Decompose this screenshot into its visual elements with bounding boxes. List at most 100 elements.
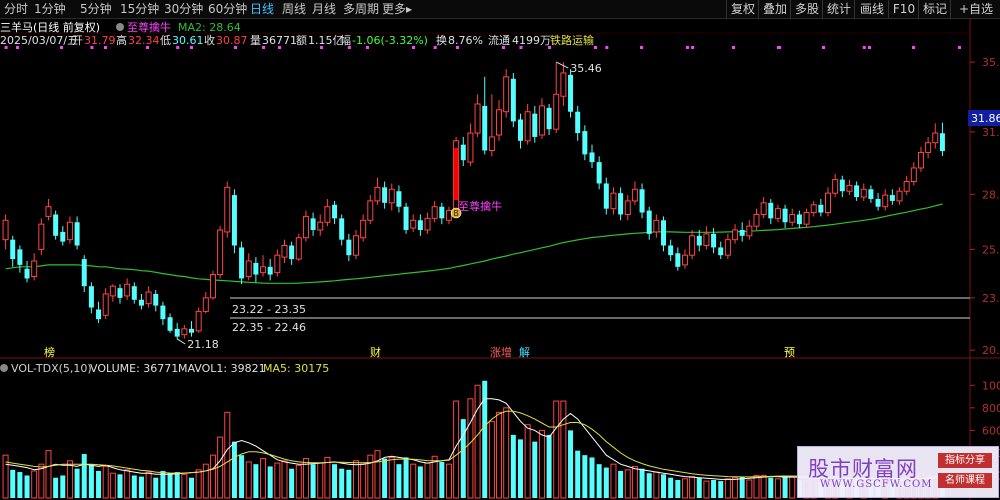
volume-bar <box>467 398 474 499</box>
volume-bar <box>631 465 638 499</box>
event-tag: 涨增 <box>490 345 512 359</box>
volume-bar <box>396 464 402 498</box>
volume-bar <box>189 477 195 498</box>
change-value: -1.06(-3.32%) <box>352 34 428 47</box>
volume-bar <box>560 400 567 499</box>
volume-bar <box>239 455 245 498</box>
candle-body <box>467 132 474 163</box>
candle-body <box>195 310 202 332</box>
candle-body <box>854 185 860 198</box>
volume-bar <box>661 474 667 498</box>
candle-body <box>124 283 131 297</box>
volume-bar <box>289 468 295 498</box>
volume-bar <box>24 475 30 498</box>
volume-bar <box>138 476 144 498</box>
price-axis-label: 35. <box>982 56 1000 69</box>
candle-body <box>560 72 567 97</box>
volume-bar <box>589 457 595 498</box>
volume-axis-label: 800 <box>982 402 1000 415</box>
candle-body <box>96 309 102 320</box>
header-date: 2025/03/07/五 <box>0 34 78 47</box>
volume-bar <box>231 441 237 498</box>
event-tag: 预 <box>784 346 795 359</box>
open-label: 开 <box>72 34 83 47</box>
volume-bar <box>474 384 481 499</box>
candle-body <box>403 206 409 230</box>
price-axis-label: 28. <box>982 188 1000 201</box>
volume-bar <box>610 463 617 499</box>
header-stock-name: 三羊马(日线 前复权) <box>0 20 100 34</box>
change-label: 幅 <box>340 34 351 47</box>
candle-body <box>503 76 510 113</box>
volume-bar <box>374 450 381 499</box>
volume-bar <box>689 476 696 499</box>
high-label: 高 <box>116 33 127 47</box>
candle-body <box>482 105 488 151</box>
volume-bar <box>596 464 602 498</box>
candle-body <box>109 285 116 297</box>
signal-dot <box>640 46 643 49</box>
close-label: 收 <box>204 33 215 47</box>
candle-body <box>589 152 595 163</box>
candle-body <box>352 235 360 256</box>
signal-dot <box>958 46 961 49</box>
float-value: 4199万 <box>512 34 551 47</box>
candle-body <box>253 262 259 275</box>
candle-body <box>17 249 23 265</box>
candle-body <box>310 218 316 230</box>
candle-body <box>661 220 667 246</box>
watermark-panel: 股市财富网 WWW.GSCFW.COM 指标分享 名师课程 <box>797 446 999 498</box>
volume-bar <box>31 470 38 499</box>
candle-body <box>181 328 188 336</box>
volume-bar <box>352 460 360 499</box>
watermark-badge-indicator: 指标分享 <box>938 453 992 468</box>
volume-bar <box>167 473 173 498</box>
volume-bar <box>339 468 345 498</box>
band-label-upper: 23.22 - 23.35 <box>232 303 306 316</box>
candle-body <box>66 221 73 241</box>
signal-dot <box>594 46 597 49</box>
volume-bar <box>739 476 745 498</box>
volume-bar <box>653 471 660 499</box>
volume-bar <box>153 477 159 498</box>
candle-body <box>131 286 137 300</box>
candle-body <box>431 206 438 219</box>
sector-value: 铁路运输 <box>550 33 594 47</box>
turnover-label: 换 <box>436 33 447 47</box>
volume-bar <box>538 429 545 499</box>
volume-bar <box>81 454 87 498</box>
event-tag: 解 <box>519 345 530 359</box>
volume-bar <box>346 469 352 498</box>
candle-body <box>445 210 452 221</box>
volume-bar <box>174 472 180 498</box>
volume-bar <box>324 456 331 499</box>
candle-body <box>768 202 774 219</box>
volume-bar <box>45 450 52 499</box>
volume-indicator-name: VOL-TDX(5,10) <box>11 362 92 375</box>
low-label: 低 <box>160 34 171 47</box>
candle-body <box>810 204 817 214</box>
candle-body <box>239 247 245 279</box>
volume-bar <box>360 463 367 499</box>
volume-bar <box>603 467 609 498</box>
volume-settings-icon <box>0 364 8 372</box>
candle-body <box>675 253 681 267</box>
volume-bar <box>245 461 252 499</box>
volume-bar <box>17 472 23 498</box>
volume-bar <box>310 464 316 498</box>
candle-body <box>510 78 516 122</box>
settings-icon <box>116 23 124 31</box>
signal-dot <box>605 46 609 49</box>
volume-bar <box>124 469 131 499</box>
candle-body <box>803 212 810 225</box>
signal-dot <box>868 46 871 49</box>
volume-bar <box>639 468 645 498</box>
candle-body <box>538 105 545 136</box>
volume-bar <box>274 462 281 499</box>
candle-body <box>274 254 281 274</box>
volume-bar <box>789 476 796 499</box>
candle-body <box>295 237 302 260</box>
volume-bar <box>760 474 767 499</box>
volume-bar <box>2 454 9 499</box>
candle-body <box>88 286 94 308</box>
